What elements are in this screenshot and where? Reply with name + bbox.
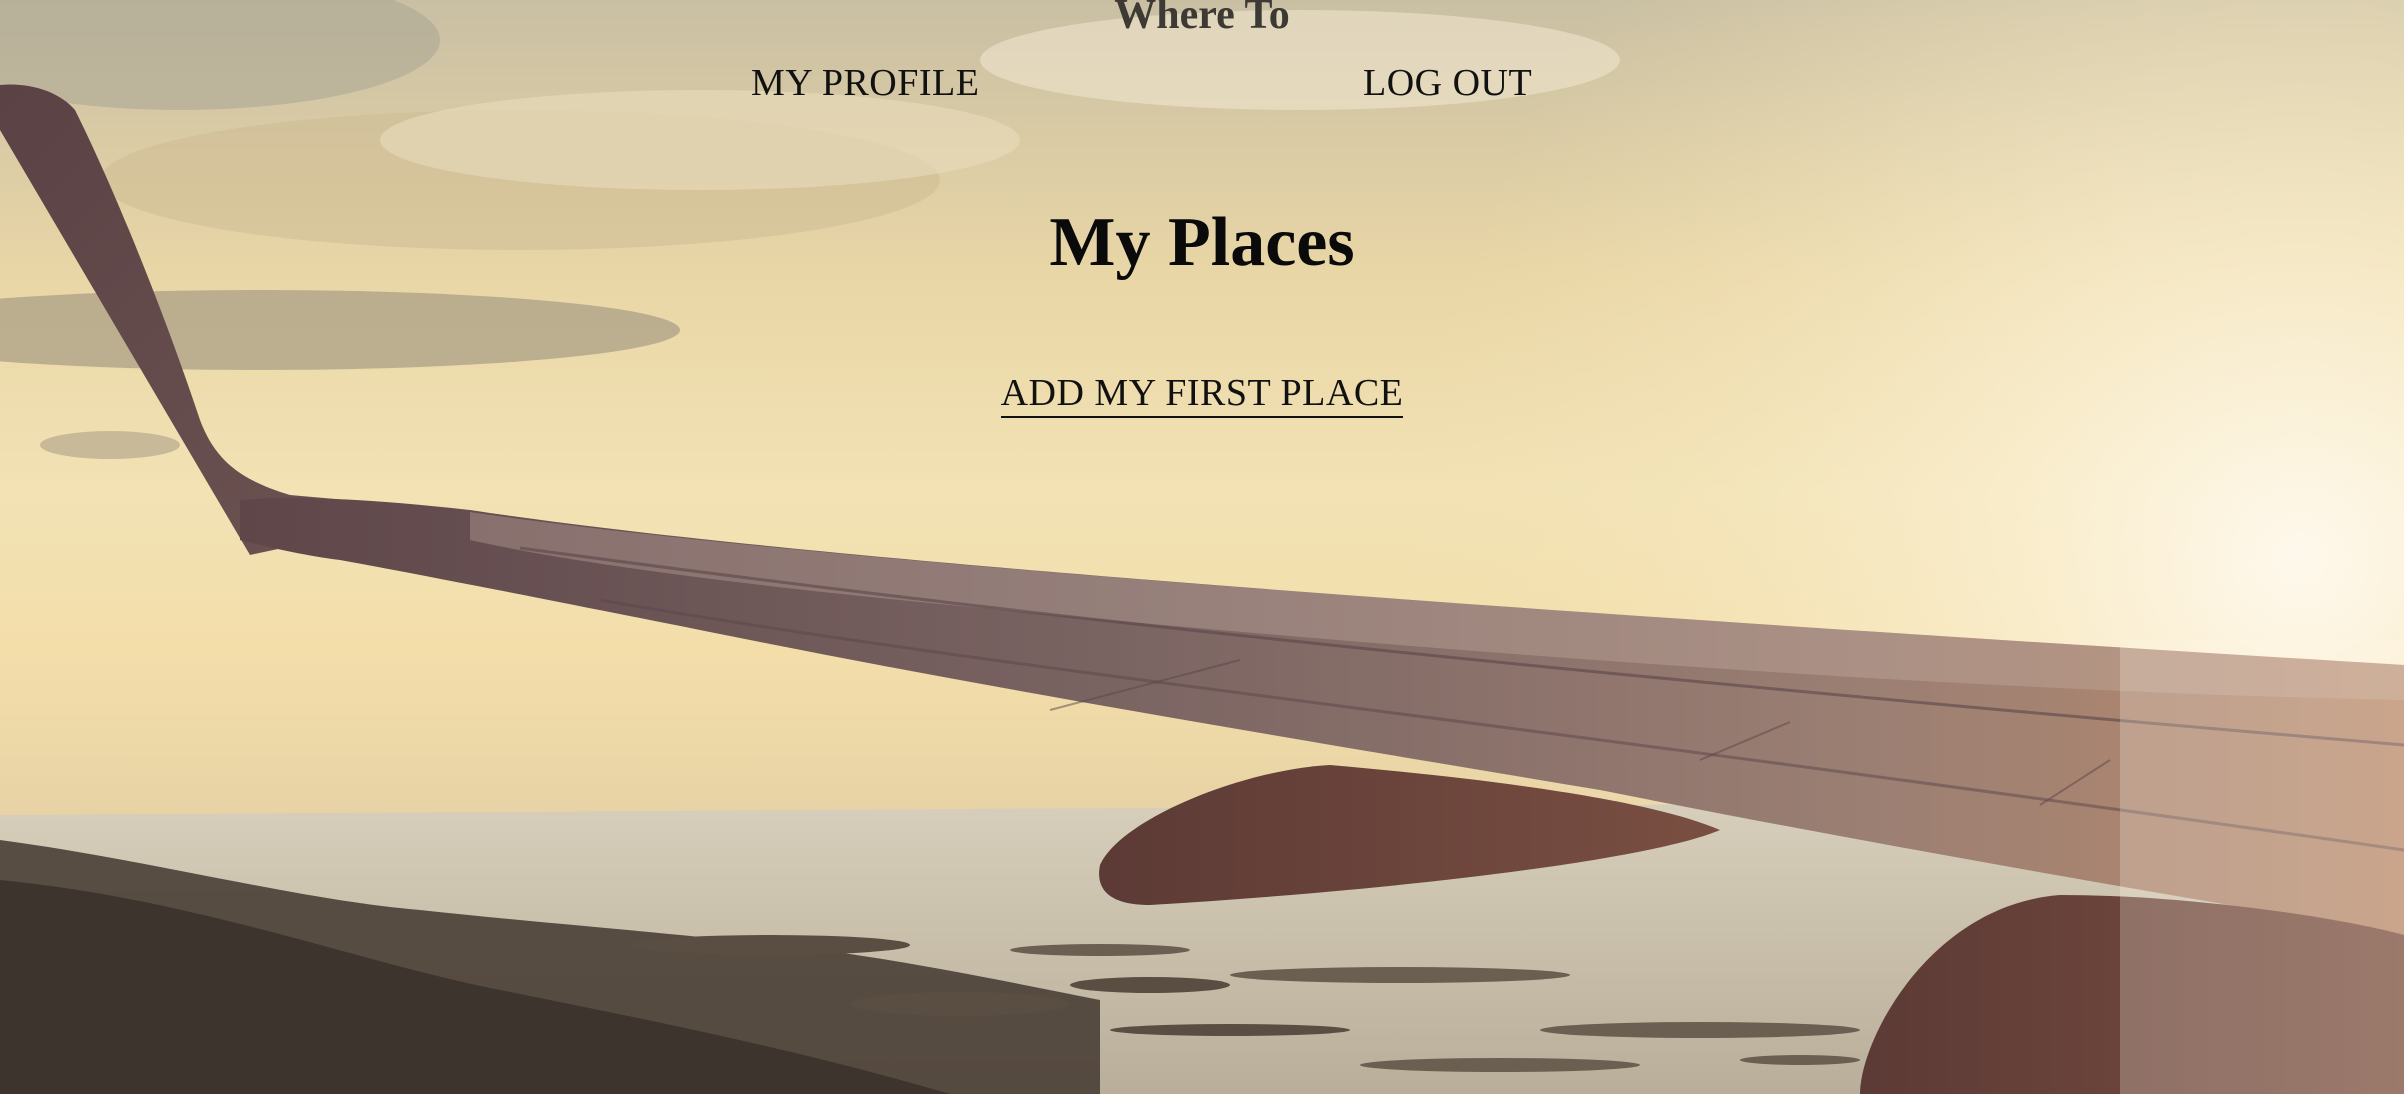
site-title: Where To — [1114, 0, 1290, 38]
my-profile-link[interactable]: MY PROFILE — [751, 64, 979, 102]
background-photo: Where To MY PROFILE LOG OUT My Places AD… — [0, 0, 2404, 1094]
page-title: My Places — [1049, 204, 1355, 281]
airplane-wing-scene — [0, 0, 2404, 1094]
add-first-place-link[interactable]: ADD MY FIRST PLACE — [1000, 372, 1404, 418]
add-place-container: ADD MY FIRST PLACE — [0, 372, 2404, 418]
log-out-link[interactable]: LOG OUT — [1363, 64, 1532, 102]
